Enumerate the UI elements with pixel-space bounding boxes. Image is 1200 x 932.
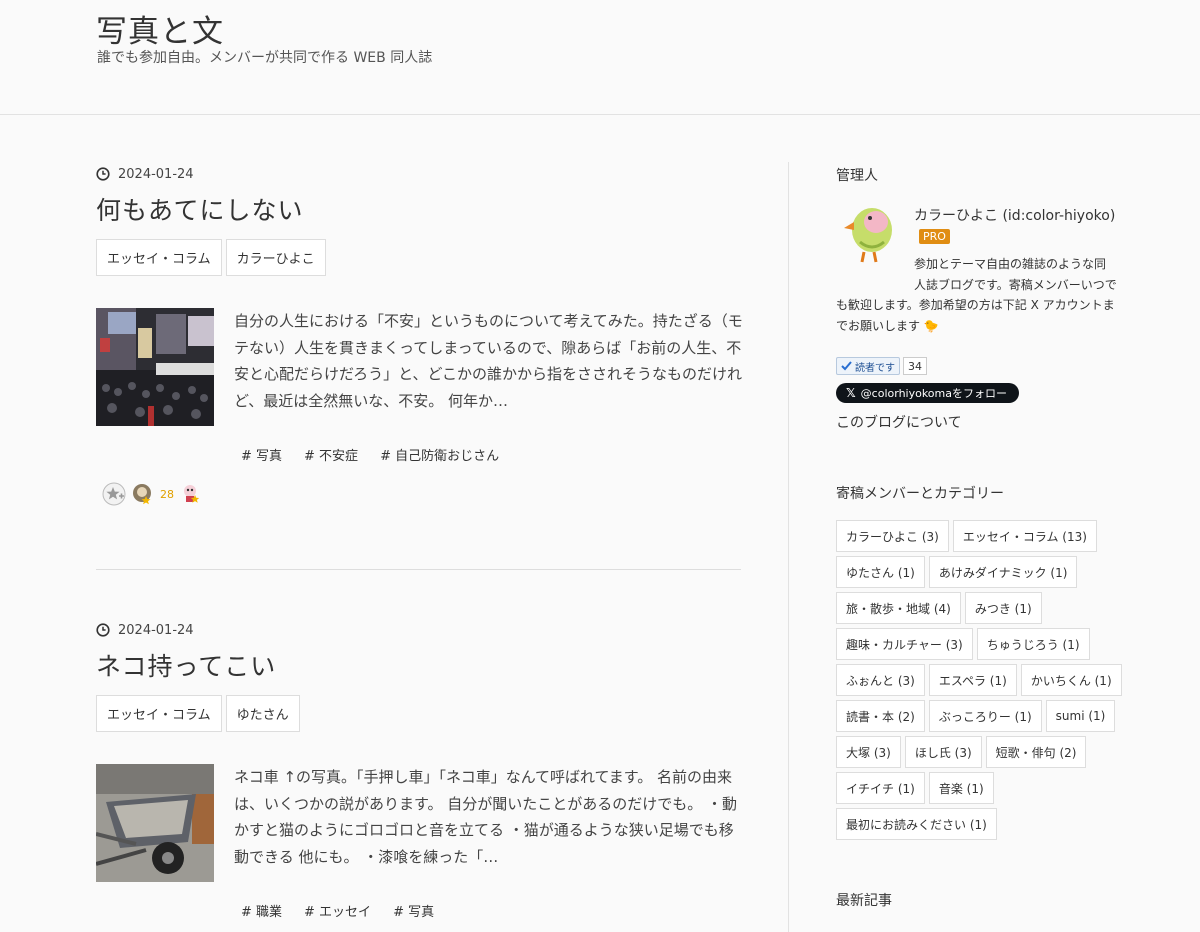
entry-thumbnail[interactable] bbox=[96, 764, 214, 882]
star-user-avatar[interactable] bbox=[180, 483, 202, 505]
about-text: 参加とテーマ自由の雑誌のような同 人誌ブログです。寄稿メンバーいつで も歓迎しま… bbox=[836, 254, 1136, 336]
tag-link[interactable]: # 写真 bbox=[393, 901, 434, 920]
sidebar-category-link[interactable]: イチイチ (1) bbox=[836, 772, 925, 804]
author-name[interactable]: カラーひよこ (id:color-hiyoko) bbox=[914, 205, 1115, 225]
sidebar-category-link[interactable]: 短歌・俳句 (2) bbox=[985, 736, 1087, 768]
entry-divider bbox=[96, 569, 741, 570]
sidebar-category-link[interactable]: 最初にお読みください (1) bbox=[836, 808, 997, 840]
about-text-line: でお願いします 🐤 bbox=[836, 318, 939, 333]
sidebar-category-link[interactable]: エスペラ (1) bbox=[928, 664, 1017, 696]
blog-header: 写真と文 誰でも参加自由。メンバーが共同で作る WEB 同人誌 bbox=[0, 0, 1200, 115]
category-link[interactable]: カラーひよこ bbox=[225, 239, 326, 276]
x-follow-label: @colorhiyokomaをフォロー bbox=[860, 387, 1007, 400]
add-star-icon[interactable] bbox=[102, 482, 126, 506]
sidebar-category-link[interactable]: カラーひよこ (3) bbox=[836, 520, 949, 552]
sidebar-category-link[interactable]: ちゅうじろう (1) bbox=[976, 628, 1090, 660]
entry-excerpt: 自分の人生における「不安」というものについて考えてみた。持たざる（モテない）人生… bbox=[234, 312, 743, 410]
admin-heading: 管理人 bbox=[836, 168, 878, 184]
blog-description: 誰でも参加自由。メンバーが共同で作る WEB 同人誌 bbox=[97, 50, 433, 66]
blog-title[interactable]: 写真と文 bbox=[96, 6, 224, 51]
reader-button[interactable]: 読者です 34 bbox=[836, 357, 927, 375]
sidebar-category-link[interactable]: かいちくん (1) bbox=[1020, 664, 1122, 696]
column-divider bbox=[788, 162, 789, 932]
entry-tags: # 写真 # 不安症 # 自己防衛おじさん bbox=[241, 445, 499, 464]
about-blog-link[interactable]: このブログについて bbox=[836, 412, 962, 432]
entry-excerpt: ネコ車 ↑の写真。「手押し車」「ネコ車」なんて呼ばれてます。 名前の由来は、いく… bbox=[234, 768, 738, 866]
x-logo-icon: 𝕏 bbox=[846, 386, 856, 400]
entry-categories: エッセイ・コラム ゆたさん bbox=[96, 695, 300, 732]
tag-link[interactable]: # エッセイ bbox=[304, 901, 371, 920]
star-user-avatar[interactable] bbox=[132, 483, 154, 505]
sidebar-category-link[interactable]: ぶっころりー (1) bbox=[928, 700, 1042, 732]
sidebar-category-link[interactable]: 趣味・カルチャー (3) bbox=[836, 628, 973, 660]
entry-date: 2024-01-24 bbox=[96, 620, 194, 640]
sidebar-category-link[interactable]: ほし氏 (3) bbox=[904, 736, 982, 768]
entry-thumbnail[interactable] bbox=[96, 308, 214, 426]
category-link[interactable]: エッセイ・コラム bbox=[96, 695, 222, 732]
reader-label-text: 読者です bbox=[855, 362, 895, 374]
sidebar-category-link[interactable]: エッセイ・コラム (13) bbox=[952, 520, 1097, 552]
recent-heading: 最新記事 bbox=[836, 893, 892, 909]
tag-link[interactable]: # 職業 bbox=[241, 901, 282, 920]
sidebar-category-link[interactable]: ゆたさん (1) bbox=[836, 556, 925, 588]
reader-count: 34 bbox=[903, 357, 927, 375]
sidebar-category-link[interactable]: 読書・本 (2) bbox=[836, 700, 925, 732]
about-text-line: も歓迎します。参加希望の方は下記 X アカウントま bbox=[836, 298, 1115, 312]
category-link[interactable]: エッセイ・コラム bbox=[96, 239, 222, 276]
entry-categories: エッセイ・コラム カラーひよこ bbox=[96, 239, 326, 276]
entry-date-text: 2024-01-24 bbox=[118, 622, 194, 638]
tag-link[interactable]: # 自己防衛おじさん bbox=[380, 445, 499, 464]
sidebar-category-link[interactable]: 音楽 (1) bbox=[928, 772, 994, 804]
entry-tags: # 職業 # エッセイ # 写真 bbox=[241, 901, 434, 920]
tag-link[interactable]: # 不安症 bbox=[304, 445, 358, 464]
clock-icon bbox=[96, 623, 110, 637]
entry-title[interactable]: 何もあてにしない bbox=[96, 191, 304, 227]
sidebar-category-link[interactable]: ふぉんと (3) bbox=[836, 664, 925, 696]
categories-heading: 寄稿メンバーとカテゴリー bbox=[836, 486, 1004, 502]
about-text-line: 参加とテーマ自由の雑誌のような同 bbox=[914, 257, 1107, 271]
tag-link[interactable]: # 写真 bbox=[241, 445, 282, 464]
sidebar-category-link[interactable]: sumi (1) bbox=[1045, 700, 1116, 732]
reader-label[interactable]: 読者です bbox=[836, 357, 900, 375]
about-text-line: 人誌ブログです。寄稿メンバーいつで bbox=[914, 277, 1117, 292]
sidebar-category-link[interactable]: 大塚 (3) bbox=[836, 736, 901, 768]
entry-date-text: 2024-01-24 bbox=[118, 166, 194, 182]
x-follow-button[interactable]: 𝕏 @colorhiyokomaをフォロー bbox=[836, 383, 1019, 403]
sidebar-category-link[interactable]: あけみダイナミック (1) bbox=[928, 556, 1078, 588]
clock-icon bbox=[96, 167, 110, 181]
sidebar-categories: カラーひよこ (3) エッセイ・コラム (13) ゆたさん (1) あけみダイナ… bbox=[836, 520, 1136, 840]
entry-title[interactable]: ネコ持ってこい bbox=[96, 647, 276, 683]
entry-date: 2024-01-24 bbox=[96, 164, 194, 184]
hatena-stars: 28 bbox=[102, 482, 202, 506]
star-count[interactable]: 28 bbox=[160, 488, 174, 501]
category-link[interactable]: ゆたさん bbox=[225, 695, 300, 732]
pro-badge: PRO bbox=[919, 229, 950, 244]
sidebar-category-link[interactable]: みつき (1) bbox=[964, 592, 1042, 624]
check-icon bbox=[841, 361, 852, 371]
sidebar-category-link[interactable]: 旅・散歩・地域 (4) bbox=[836, 592, 961, 624]
